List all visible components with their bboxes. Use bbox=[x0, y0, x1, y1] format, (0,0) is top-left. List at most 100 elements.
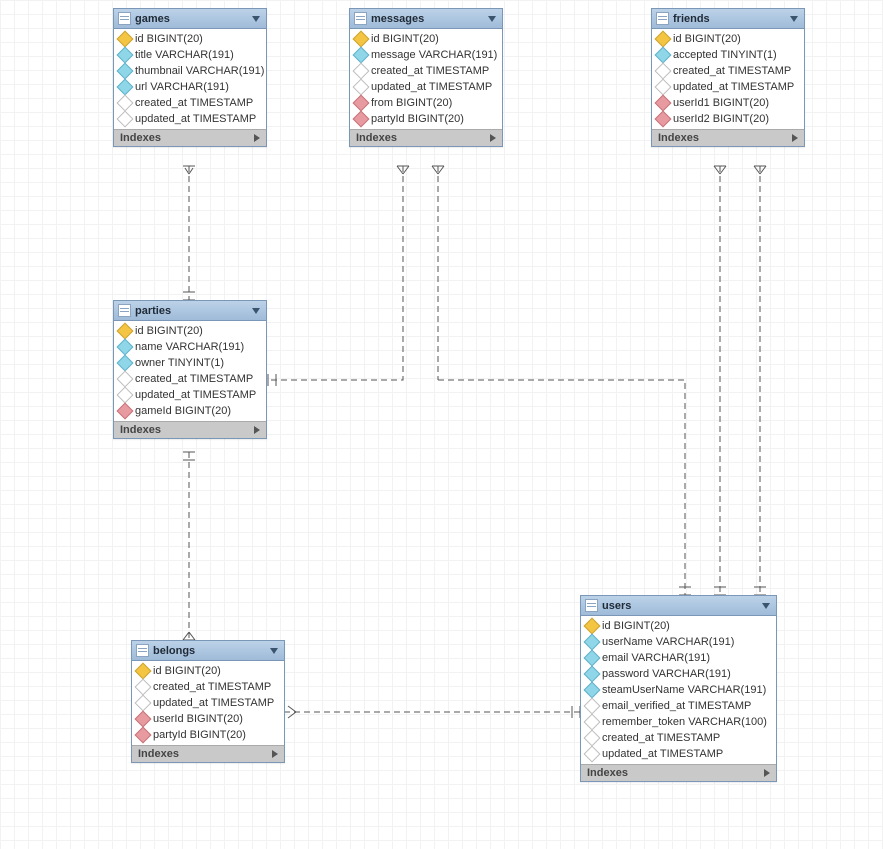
column-partyId[interactable]: partyId BIGINT(20) bbox=[350, 111, 502, 127]
column-owner[interactable]: owner TINYINT(1) bbox=[114, 355, 266, 371]
column-from[interactable]: from BIGINT(20) bbox=[350, 95, 502, 111]
indexes-section[interactable]: Indexes bbox=[652, 129, 804, 146]
fk-icon bbox=[353, 111, 370, 128]
indexes-section[interactable]: Indexes bbox=[350, 129, 502, 146]
table-title: belongs bbox=[153, 645, 195, 657]
columns-list: id BIGINT(20) created_at TIMESTAMP updat… bbox=[132, 661, 284, 745]
column-updated-at[interactable]: updated_at TIMESTAMP bbox=[114, 111, 266, 127]
column-created-at[interactable]: created_at TIMESTAMP bbox=[114, 95, 266, 111]
column-password[interactable]: password VARCHAR(191) bbox=[581, 666, 776, 682]
table-friends[interactable]: friends id BIGINT(20) accepted TINYINT(1… bbox=[651, 8, 805, 147]
table-belongs[interactable]: belongs id BIGINT(20) created_at TIMESTA… bbox=[131, 640, 285, 763]
chevron-right-icon bbox=[764, 769, 770, 777]
collapse-icon[interactable] bbox=[790, 16, 798, 22]
col-icon bbox=[117, 371, 134, 388]
column-created-at[interactable]: created_at TIMESTAMP bbox=[350, 63, 502, 79]
column-updated-at[interactable]: updated_at TIMESTAMP bbox=[652, 79, 804, 95]
column-userId[interactable]: userId BIGINT(20) bbox=[132, 711, 284, 727]
table-header-belongs[interactable]: belongs bbox=[132, 641, 284, 661]
column-userId2[interactable]: userId2 BIGINT(20) bbox=[652, 111, 804, 127]
chevron-right-icon bbox=[272, 750, 278, 758]
table-messages[interactable]: messages id BIGINT(20) message VARCHAR(1… bbox=[349, 8, 503, 147]
column-steamUserName[interactable]: steamUserName VARCHAR(191) bbox=[581, 682, 776, 698]
column-title[interactable]: title VARCHAR(191) bbox=[114, 47, 266, 63]
column-created-at[interactable]: created_at TIMESTAMP bbox=[114, 371, 266, 387]
pk-icon bbox=[584, 618, 601, 635]
col-icon bbox=[584, 746, 601, 763]
fk-icon bbox=[655, 95, 672, 112]
columns-list: id BIGINT(20) message VARCHAR(191) creat… bbox=[350, 29, 502, 129]
column-email-verified-at[interactable]: email_verified_at TIMESTAMP bbox=[581, 698, 776, 714]
columns-list: id BIGINT(20) title VARCHAR(191) thumbna… bbox=[114, 29, 266, 129]
table-header-messages[interactable]: messages bbox=[350, 9, 502, 29]
col-icon bbox=[584, 714, 601, 731]
table-users[interactable]: users id BIGINT(20) userName VARCHAR(191… bbox=[580, 595, 777, 782]
index-icon bbox=[584, 650, 601, 667]
column-updated-at[interactable]: updated_at TIMESTAMP bbox=[350, 79, 502, 95]
table-games[interactable]: games id BIGINT(20) title VARCHAR(191) t… bbox=[113, 8, 267, 147]
pk-icon bbox=[353, 31, 370, 48]
index-icon bbox=[584, 666, 601, 683]
columns-list: id BIGINT(20) name VARCHAR(191) owner TI… bbox=[114, 321, 266, 421]
pk-icon bbox=[117, 323, 134, 340]
column-message[interactable]: message VARCHAR(191) bbox=[350, 47, 502, 63]
column-id[interactable]: id BIGINT(20) bbox=[350, 31, 502, 47]
col-icon bbox=[584, 730, 601, 747]
column-id[interactable]: id BIGINT(20) bbox=[114, 31, 266, 47]
index-icon bbox=[584, 634, 601, 651]
indexes-section[interactable]: Indexes bbox=[114, 129, 266, 146]
col-icon bbox=[117, 111, 134, 128]
column-updated-at[interactable]: updated_at TIMESTAMP bbox=[581, 746, 776, 762]
column-accepted[interactable]: accepted TINYINT(1) bbox=[652, 47, 804, 63]
collapse-icon[interactable] bbox=[762, 603, 770, 609]
column-id[interactable]: id BIGINT(20) bbox=[132, 663, 284, 679]
column-id[interactable]: id BIGINT(20) bbox=[114, 323, 266, 339]
col-icon bbox=[135, 679, 152, 696]
collapse-icon[interactable] bbox=[252, 308, 260, 314]
column-created-at[interactable]: created_at TIMESTAMP bbox=[652, 63, 804, 79]
column-gameId[interactable]: gameId BIGINT(20) bbox=[114, 403, 266, 419]
table-icon bbox=[118, 12, 131, 25]
column-name[interactable]: name VARCHAR(191) bbox=[114, 339, 266, 355]
table-header-games[interactable]: games bbox=[114, 9, 266, 29]
collapse-icon[interactable] bbox=[252, 16, 260, 22]
table-title: games bbox=[135, 13, 170, 25]
col-icon bbox=[135, 695, 152, 712]
table-icon bbox=[118, 304, 131, 317]
table-title: friends bbox=[673, 13, 710, 25]
column-updated-at[interactable]: updated_at TIMESTAMP bbox=[132, 695, 284, 711]
table-header-users[interactable]: users bbox=[581, 596, 776, 616]
column-partyId[interactable]: partyId BIGINT(20) bbox=[132, 727, 284, 743]
column-created-at[interactable]: created_at TIMESTAMP bbox=[581, 730, 776, 746]
index-icon bbox=[117, 339, 134, 356]
indexes-section[interactable]: Indexes bbox=[581, 764, 776, 781]
column-updated-at[interactable]: updated_at TIMESTAMP bbox=[114, 387, 266, 403]
index-icon bbox=[117, 355, 134, 372]
table-icon bbox=[585, 599, 598, 612]
col-icon bbox=[655, 79, 672, 96]
table-title: messages bbox=[371, 13, 424, 25]
pk-icon bbox=[135, 663, 152, 680]
chevron-right-icon bbox=[254, 426, 260, 434]
indexes-section[interactable]: Indexes bbox=[132, 745, 284, 762]
col-icon bbox=[353, 63, 370, 80]
column-remember-token[interactable]: remember_token VARCHAR(100) bbox=[581, 714, 776, 730]
column-id[interactable]: id BIGINT(20) bbox=[581, 618, 776, 634]
table-parties[interactable]: parties id BIGINT(20) name VARCHAR(191) … bbox=[113, 300, 267, 439]
column-thumbnail[interactable]: thumbnail VARCHAR(191) bbox=[114, 63, 266, 79]
table-header-friends[interactable]: friends bbox=[652, 9, 804, 29]
column-userName[interactable]: userName VARCHAR(191) bbox=[581, 634, 776, 650]
collapse-icon[interactable] bbox=[488, 16, 496, 22]
column-created-at[interactable]: created_at TIMESTAMP bbox=[132, 679, 284, 695]
fk-icon bbox=[135, 711, 152, 728]
column-userId1[interactable]: userId1 BIGINT(20) bbox=[652, 95, 804, 111]
collapse-icon[interactable] bbox=[270, 648, 278, 654]
indexes-section[interactable]: Indexes bbox=[114, 421, 266, 438]
columns-list: id BIGINT(20) accepted TINYINT(1) create… bbox=[652, 29, 804, 129]
table-header-parties[interactable]: parties bbox=[114, 301, 266, 321]
fk-icon bbox=[135, 727, 152, 744]
column-id[interactable]: id BIGINT(20) bbox=[652, 31, 804, 47]
column-email[interactable]: email VARCHAR(191) bbox=[581, 650, 776, 666]
fk-icon bbox=[655, 111, 672, 128]
column-url[interactable]: url VARCHAR(191) bbox=[114, 79, 266, 95]
